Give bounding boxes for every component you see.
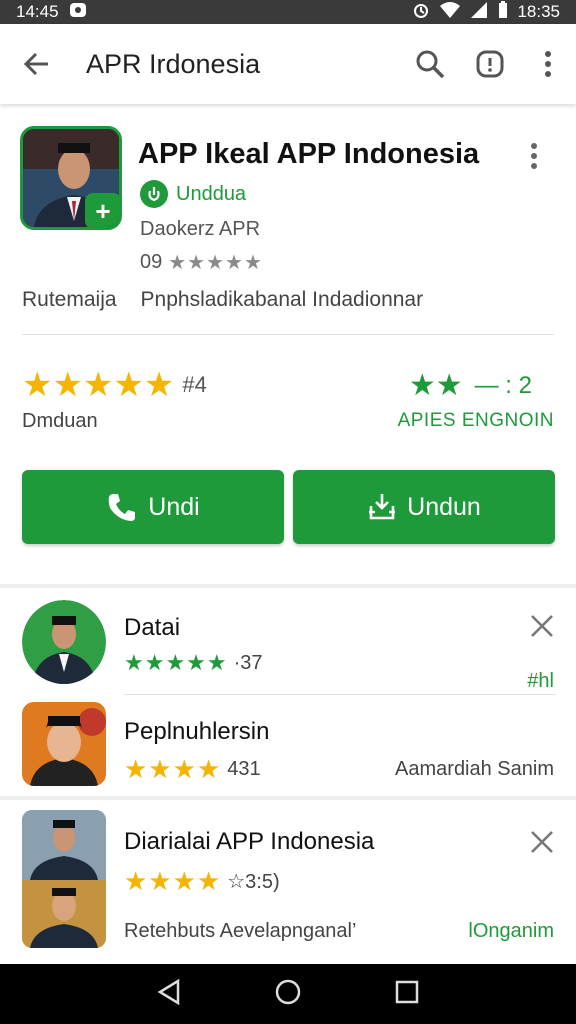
install-button-label: Undun xyxy=(407,492,481,521)
avatar xyxy=(22,702,106,786)
list-item-score: ·37 xyxy=(233,651,263,674)
back-button[interactable] xyxy=(0,24,72,104)
dismiss-button[interactable] xyxy=(530,830,554,859)
section-separator xyxy=(0,584,576,588)
avatar xyxy=(22,810,106,948)
more-vertical-icon xyxy=(531,143,537,169)
app-header-card: + APP Ikeal APP Indonesia Unddua Daokerz… xyxy=(0,104,576,584)
avatar xyxy=(22,600,106,684)
back-arrow-icon xyxy=(23,52,48,76)
list-item-right-text: Aamardiah Sanim xyxy=(395,758,554,780)
app-title: APP Ikeal APP Indonesia xyxy=(138,138,480,170)
signal-icon xyxy=(469,1,489,24)
rating-right: ★★ — : 2 xyxy=(409,368,532,403)
overflow-menu-button[interactable] xyxy=(520,24,576,104)
battery-icon xyxy=(497,0,509,24)
nav-home-button[interactable] xyxy=(274,978,302,1011)
list-item-score: ☆3:5) xyxy=(227,871,280,893)
app-subtitle: Daokerz APR xyxy=(140,218,261,240)
dismiss-button[interactable] xyxy=(530,614,554,643)
list-item-right-text: lOnganim xyxy=(468,920,554,942)
app-icon: + xyxy=(20,126,122,230)
info-icon xyxy=(476,50,504,78)
list-item-right-text: #hl xyxy=(527,670,554,692)
meta-right: Pnphsladikabanal Indadionnar xyxy=(140,288,424,311)
verified-icon xyxy=(140,180,168,208)
list-item-stars: ★★★★ xyxy=(124,866,222,896)
list-item[interactable]: Peplnuhlersin ★★★★ 431 Aamardiah Sanim xyxy=(0,698,576,796)
list-item-rating: ★★★★ 431 xyxy=(124,754,261,785)
alarm-icon xyxy=(411,1,431,24)
add-badge-icon: + xyxy=(85,193,119,227)
divider xyxy=(22,334,554,335)
rating-sub-label: Dmduan xyxy=(22,410,98,432)
meta-row: Rutemaija Pnphsladikabanal Indadionnar xyxy=(22,288,423,312)
developer-label: Unddua xyxy=(176,182,247,205)
list-item-subtitle: Retehbuts Aevelapnganal’ xyxy=(124,920,357,942)
phone-icon xyxy=(108,494,136,521)
install-button[interactable]: Undun xyxy=(293,470,555,544)
list-item-title: Diarialai APP Indonesia xyxy=(124,828,375,855)
rating-count: #4 xyxy=(182,372,207,397)
search-icon xyxy=(416,50,445,79)
info-button[interactable] xyxy=(460,24,520,104)
nav-back-button[interactable] xyxy=(156,978,182,1011)
square-recents-icon xyxy=(395,980,419,1003)
status-time-left: 14:45 xyxy=(16,2,59,21)
list-item-rating: ★★★★★ ·37 xyxy=(124,650,263,676)
search-button[interactable] xyxy=(400,24,460,104)
more-vertical-icon xyxy=(545,51,551,77)
rating-stars-green: ★★ xyxy=(408,369,463,402)
list-item-title: Datai xyxy=(124,614,181,641)
page-title: APR Irdonesia xyxy=(86,48,261,79)
close-icon xyxy=(531,831,553,853)
list-item-title: Peplnuhlersin xyxy=(124,718,270,745)
rating-prefix: 09 xyxy=(140,251,163,273)
list-item-rating: ★★★★ ☆3:5) xyxy=(124,866,280,897)
list-item-score: 431 xyxy=(227,758,261,780)
list-item-stars: ★★★★★ xyxy=(124,650,228,675)
install-icon xyxy=(369,494,396,520)
rating-stars-gold: ★★★★★ xyxy=(22,366,175,404)
rating-stars: ★★★★★ xyxy=(168,252,263,274)
app-rating-row: 09 ★★★★★ xyxy=(140,250,263,275)
divider xyxy=(124,694,556,695)
circle-home-icon xyxy=(275,979,301,1004)
nav-recents-button[interactable] xyxy=(394,979,420,1010)
rating-right-label: APIES ENGNOIN xyxy=(397,410,554,431)
app-more-button[interactable] xyxy=(530,142,538,175)
call-button-label: Undi xyxy=(148,492,200,521)
list-item[interactable]: Diarialai APP Indonesia ★★★★ ☆3:5) Reteh… xyxy=(0,802,576,964)
status-bar: 14:45 18:35 xyxy=(0,0,576,24)
list-item-stars: ★★★★ xyxy=(124,754,222,784)
system-nav-bar xyxy=(0,964,576,1024)
rating-summary: ★★★★★ #4 xyxy=(22,368,207,402)
app-bar: APR Irdonesia xyxy=(0,24,576,104)
developer-row[interactable]: Unddua xyxy=(140,180,246,208)
content-area[interactable]: + APP Ikeal APP Indonesia Unddua Daokerz… xyxy=(0,104,576,964)
close-icon xyxy=(531,615,553,637)
status-time-right: 18:35 xyxy=(517,2,560,21)
notification-icon xyxy=(69,2,87,23)
section-separator xyxy=(0,796,576,800)
list-item[interactable]: Datai ★★★★★ ·37 #hl xyxy=(0,590,576,696)
call-button[interactable]: Undi xyxy=(22,470,284,544)
triangle-back-icon xyxy=(157,978,180,1005)
wifi-icon xyxy=(439,1,461,24)
rating-right-value: — : 2 xyxy=(474,371,532,399)
meta-left: Rutemaija xyxy=(22,288,117,311)
